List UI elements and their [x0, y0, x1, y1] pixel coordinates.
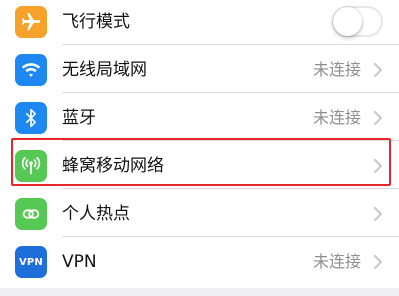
row-separator	[62, 188, 399, 189]
settings-row-bluetooth[interactable]: 蓝牙 未连接	[0, 96, 399, 144]
chevron-right-icon	[374, 207, 382, 221]
airplane-mode-toggle[interactable]	[332, 6, 383, 37]
personal-hotspot-label: 个人热点	[62, 204, 130, 224]
airplane-mode-label: 飞行模式	[62, 12, 130, 32]
bluetooth-icon	[15, 102, 47, 134]
cellular-label: 蜂窝移动网络	[62, 156, 164, 176]
wifi-label: 无线局域网	[62, 60, 147, 80]
settings-list: 飞行模式 无线局域网 未连接 蓝牙 未连接 蜂窝移动网络 个人热点 VPN VP…	[0, 0, 399, 288]
row-separator	[62, 92, 399, 93]
vpn-icon-text: VPN	[18, 256, 44, 268]
chevron-right-icon	[374, 255, 382, 269]
bluetooth-label: 蓝牙	[62, 108, 96, 128]
bluetooth-status: 未连接	[312, 108, 361, 127]
wifi-icon	[15, 54, 47, 86]
wifi-status: 未连接	[312, 60, 361, 79]
hotspot-icon	[15, 198, 47, 230]
vpn-status: 未连接	[312, 252, 361, 271]
row-separator	[62, 236, 399, 237]
settings-row-wifi[interactable]: 无线局域网 未连接	[0, 48, 399, 96]
row-separator	[62, 140, 399, 141]
airplane-icon	[15, 6, 47, 38]
chevron-right-icon	[374, 63, 382, 77]
settings-row-cellular[interactable]: 蜂窝移动网络	[0, 144, 399, 192]
settings-row-vpn[interactable]: VPN VPN 未连接	[0, 240, 399, 288]
toggle-knob	[333, 7, 362, 36]
cellular-icon	[15, 150, 47, 182]
vpn-icon: VPN	[15, 246, 47, 278]
chevron-right-icon	[374, 111, 382, 125]
settings-row-personal-hotspot[interactable]: 个人热点	[0, 192, 399, 240]
chevron-right-icon	[374, 159, 382, 173]
row-separator	[62, 44, 399, 45]
settings-row-airplane-mode[interactable]: 飞行模式	[0, 0, 399, 48]
vpn-label: VPN	[62, 252, 97, 272]
